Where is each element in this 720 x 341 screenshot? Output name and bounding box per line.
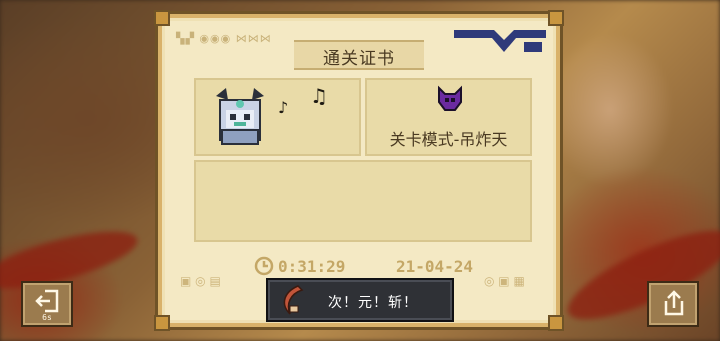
frame-ornament: ◎ ▣ ▦ xyxy=(484,274,525,288)
frame-corner xyxy=(154,315,170,331)
exit-countdown: 6s xyxy=(42,313,52,322)
frame-corner xyxy=(548,315,564,331)
clear-time-value: 0:31:29 xyxy=(278,256,346,276)
exit-icon xyxy=(35,289,59,313)
certificate-title: 通关证书 xyxy=(323,49,395,69)
share-button[interactable] xyxy=(647,281,699,327)
frame-ornament: ▣ ◎ ▤ xyxy=(180,274,221,288)
achievement-toast: 次！元！斩！ xyxy=(266,278,454,322)
frame-corner xyxy=(548,10,564,26)
mode-panel: 关卡模式-吊炸天 xyxy=(365,78,532,156)
frame-corner xyxy=(154,10,170,26)
empty-panel xyxy=(194,160,532,242)
slash-weapon-icon xyxy=(283,285,304,315)
exit-button[interactable]: 6s xyxy=(21,281,73,327)
character-portrait xyxy=(216,88,264,145)
music-note-icon: ♪ xyxy=(278,98,289,117)
toast-text: 次！元！斩！ xyxy=(328,295,418,311)
demon-mode-icon xyxy=(438,85,462,111)
share-icon xyxy=(664,290,684,316)
character-panel: ♪ ♫ xyxy=(194,78,361,156)
clear-date: 21-04-24 xyxy=(396,257,474,276)
clock-icon xyxy=(254,256,274,276)
clear-time: 0:31:29 xyxy=(254,256,345,276)
music-note-icon: ♫ xyxy=(310,84,328,108)
mode-label: 关卡模式-吊炸天 xyxy=(389,130,508,149)
